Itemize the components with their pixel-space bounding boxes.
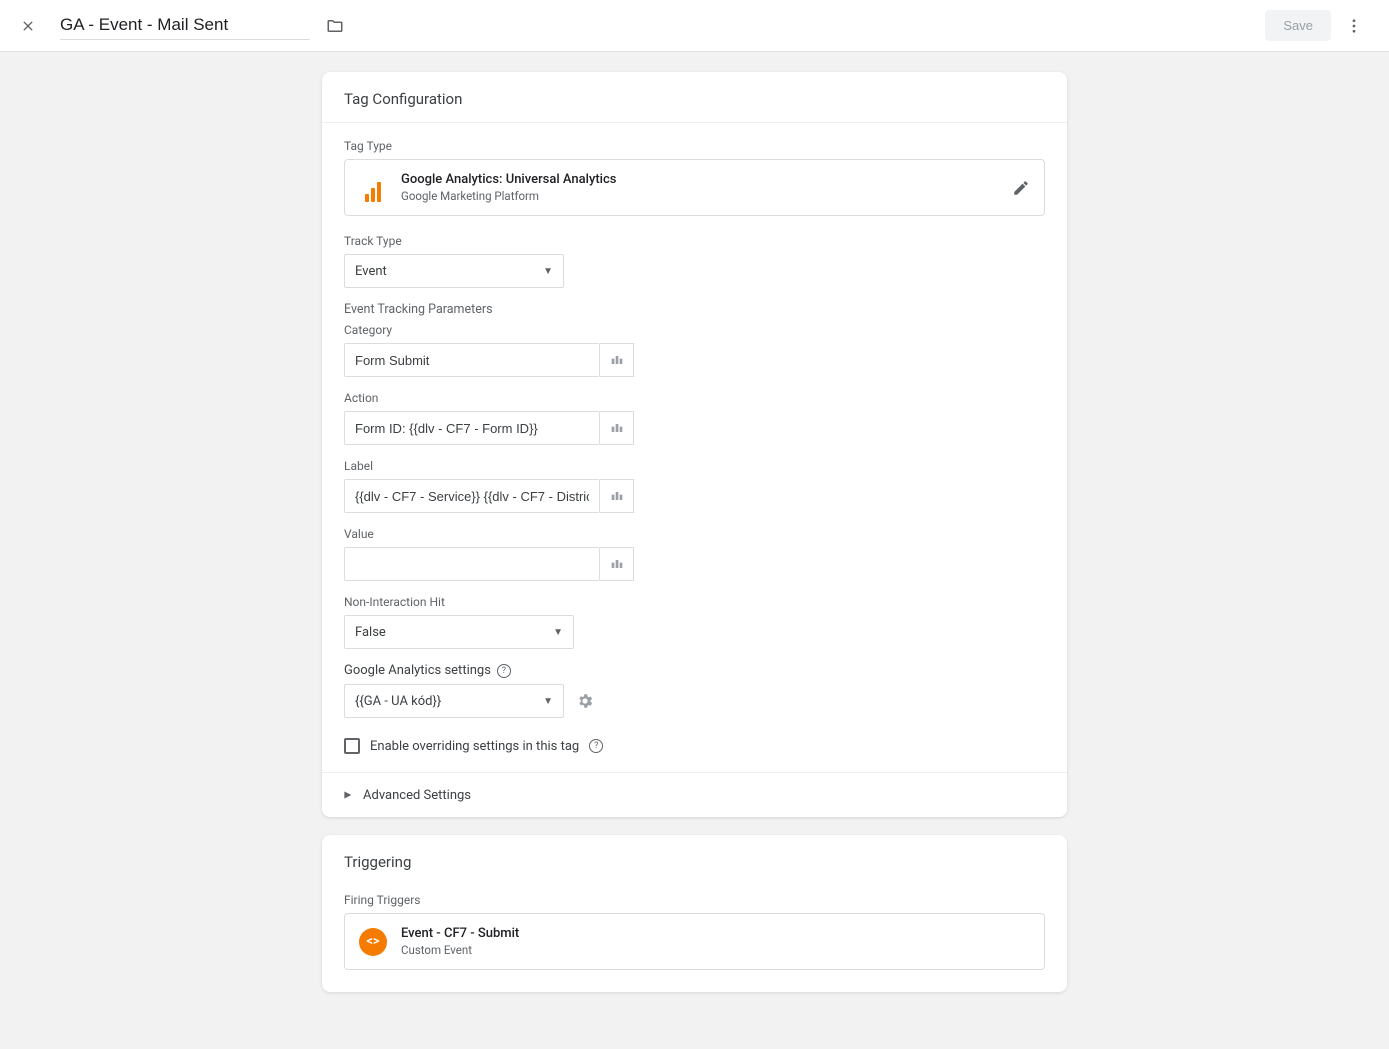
help-icon[interactable]: ? bbox=[497, 664, 511, 678]
category-input[interactable] bbox=[344, 343, 600, 377]
tag-type-platform: Google Marketing Platform bbox=[401, 189, 616, 203]
ga-settings-label: Google Analytics settings bbox=[344, 663, 491, 678]
header: Save bbox=[0, 0, 1389, 52]
help-icon[interactable]: ? bbox=[589, 739, 603, 753]
firing-triggers-label: Firing Triggers bbox=[344, 893, 1045, 907]
edit-icon[interactable] bbox=[1012, 179, 1030, 197]
value-label: Value bbox=[344, 527, 1045, 541]
tag-type-selector[interactable]: Google Analytics: Universal Analytics Go… bbox=[344, 159, 1045, 216]
firing-trigger-row[interactable]: <> Event - CF7 - Submit Custom Event bbox=[344, 913, 1045, 970]
analytics-icon bbox=[359, 174, 387, 202]
variable-picker-icon[interactable] bbox=[600, 547, 634, 581]
tag-name-input[interactable] bbox=[60, 11, 310, 40]
track-type-select[interactable]: Event ▼ bbox=[344, 254, 564, 288]
tag-type-name: Google Analytics: Universal Analytics bbox=[401, 172, 616, 187]
variable-picker-icon[interactable] bbox=[600, 479, 634, 513]
variable-picker-icon[interactable] bbox=[600, 411, 634, 445]
trigger-type: Custom Event bbox=[401, 943, 519, 957]
non-interaction-value: False bbox=[355, 625, 386, 640]
category-label: Category bbox=[344, 323, 1045, 337]
override-label: Enable overriding settings in this tag bbox=[370, 739, 579, 754]
triggering-card: Triggering Firing Triggers <> Event - CF… bbox=[322, 835, 1067, 992]
tag-configuration-card: Tag Configuration Tag Type Google Analyt… bbox=[322, 72, 1067, 817]
card-title: Triggering bbox=[322, 835, 1067, 877]
track-type-label: Track Type bbox=[344, 234, 1045, 248]
close-icon[interactable] bbox=[20, 18, 36, 34]
action-label: Action bbox=[344, 391, 1045, 405]
action-input[interactable] bbox=[344, 411, 600, 445]
ga-settings-select[interactable]: {{GA - UA kód}} ▼ bbox=[344, 684, 564, 718]
save-button[interactable]: Save bbox=[1265, 10, 1331, 41]
trigger-name: Event - CF7 - Submit bbox=[401, 926, 519, 941]
non-interaction-label: Non-Interaction Hit bbox=[344, 595, 1045, 609]
label-label: Label bbox=[344, 459, 1045, 473]
chevron-down-icon: ▼ bbox=[543, 696, 553, 707]
value-input[interactable] bbox=[344, 547, 600, 581]
chevron-right-icon: ▾ bbox=[340, 791, 356, 798]
variable-picker-icon[interactable] bbox=[600, 343, 634, 377]
event-params-label: Event Tracking Parameters bbox=[344, 302, 1045, 317]
override-checkbox[interactable] bbox=[344, 738, 360, 754]
chevron-down-icon: ▼ bbox=[543, 266, 553, 277]
track-type-value: Event bbox=[355, 264, 387, 279]
ga-settings-value: {{GA - UA kód}} bbox=[355, 694, 441, 709]
advanced-settings-label: Advanced Settings bbox=[363, 788, 471, 803]
tag-type-label: Tag Type bbox=[344, 139, 1045, 153]
non-interaction-select[interactable]: False ▼ bbox=[344, 615, 574, 649]
advanced-settings-toggle[interactable]: ▾ Advanced Settings bbox=[322, 772, 1067, 817]
label-input[interactable] bbox=[344, 479, 600, 513]
gear-icon[interactable] bbox=[576, 692, 594, 710]
custom-event-icon: <> bbox=[359, 928, 387, 956]
more-icon[interactable] bbox=[1339, 11, 1369, 41]
chevron-down-icon: ▼ bbox=[553, 627, 563, 638]
folder-icon[interactable] bbox=[326, 17, 344, 35]
card-title: Tag Configuration bbox=[322, 72, 1067, 123]
